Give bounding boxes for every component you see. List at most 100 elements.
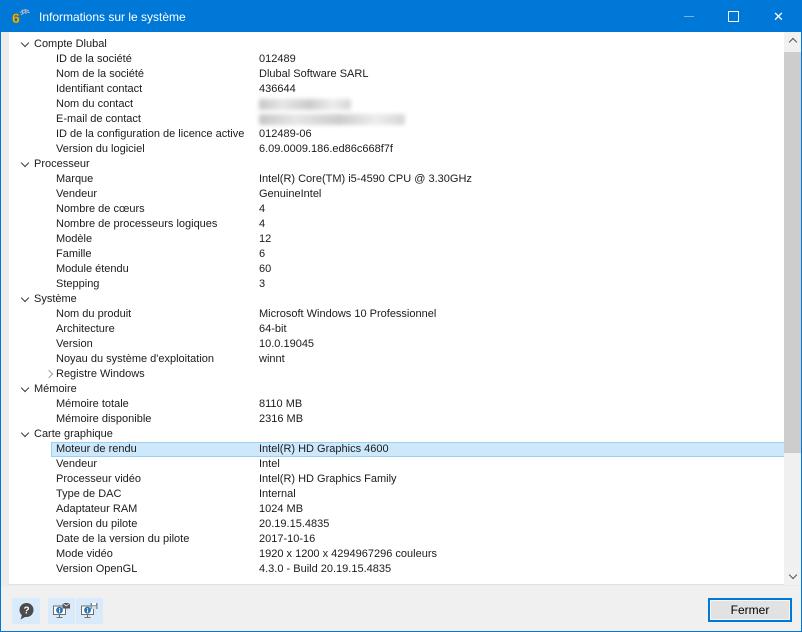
tree-item-row[interactable]: Version du logiciel 6.09.0009.186.ed86c66…	[9, 142, 801, 157]
item-value: 3	[259, 278, 266, 290]
tree-item-row[interactable]: Module étendu 60	[9, 262, 801, 277]
item-label: Architecture	[56, 323, 115, 335]
item-label: Nombre de cœurs	[56, 203, 145, 215]
tree-item-row[interactable]: Vendeur Intel	[9, 457, 801, 472]
item-value: 2316 MB	[259, 413, 304, 425]
item-label: ID de la configuration de licence active	[56, 128, 245, 140]
maximize-button[interactable]	[711, 1, 756, 32]
tree-item-row[interactable]: Registre Windows	[9, 367, 801, 382]
chevron-down-icon[interactable]	[20, 158, 30, 168]
tree-item-row[interactable]: Nombre de cœurs 4	[9, 202, 801, 217]
item-value: 4	[259, 203, 266, 215]
maximize-icon	[728, 11, 739, 22]
tree-item-row[interactable]: Vendeur GenuineIntel	[9, 187, 801, 202]
item-label: Version du logiciel	[56, 143, 145, 155]
item-label: ID de la société	[56, 53, 132, 65]
tree-item-row[interactable]: E-mail de contact	[9, 112, 801, 127]
tree-item-row[interactable]: Nombre de processeurs logiques 4	[9, 217, 801, 232]
tree-item-row[interactable]: Modèle 12	[9, 232, 801, 247]
tree-category-row[interactable]: Système	[9, 292, 801, 307]
tree-item-row[interactable]: Mémoire totale 8110 MB	[9, 397, 801, 412]
item-label: Mémoire totale	[56, 398, 129, 410]
close-button[interactable]: ✕	[756, 1, 801, 32]
item-label: Nom de la société	[56, 68, 145, 80]
item-label: Famille	[56, 248, 92, 260]
item-label: Nombre de processeurs logiques	[56, 218, 218, 230]
item-value: Internal	[259, 488, 296, 500]
tree-item-row[interactable]: Nom de la société Dlubal Software SARL	[9, 67, 801, 82]
svg-text:6: 6	[12, 10, 20, 26]
item-value: Microsoft Windows 10 Professionnel	[259, 308, 437, 320]
close-dialog-button[interactable]: Fermer	[708, 598, 792, 622]
svg-text:?: ?	[23, 605, 29, 616]
tree-category-row[interactable]: Carte graphique	[9, 427, 801, 442]
titlebar[interactable]: 6 Informations sur le système ✕	[1, 1, 801, 32]
tree-item-row[interactable]: Processeur vidéo Intel(R) HD Graphics Fam…	[9, 472, 801, 487]
item-value: 436644	[259, 83, 296, 95]
item-value: 1920 x 1200 x 4294967296 couleurs	[259, 548, 437, 560]
tree-item-row[interactable]: Date de la version du pilote 2017-10-16	[9, 532, 801, 547]
close-icon: ✕	[773, 9, 784, 24]
save-system-info-button[interactable]	[76, 598, 103, 624]
rfem6-logo-icon: 6	[10, 7, 30, 27]
help-button[interactable]: ?	[12, 598, 40, 624]
item-label: Registre Windows	[56, 368, 145, 380]
tree-category-row[interactable]: Compte Dlubal	[9, 37, 801, 52]
tree-item-row[interactable]: ID de la société 012489	[9, 52, 801, 67]
minimize-button[interactable]	[666, 1, 711, 32]
redacted-value	[259, 99, 351, 110]
item-value: Intel(R) Core(TM) i5-4590 CPU @ 3.30GHz	[259, 173, 472, 185]
tree-item-row[interactable]: Noyau du système d'exploitation winnt	[9, 352, 801, 367]
tree-item-row[interactable]: Type de DAC Internal	[9, 487, 801, 502]
item-label: Version	[56, 338, 93, 350]
item-label: Version du pilote	[56, 518, 138, 530]
chevron-down-icon	[788, 570, 797, 580]
tree-item-row[interactable]: Nom du contact	[9, 97, 801, 112]
system-info-tree[interactable]: Compte Dlubal ID de la société 012489 Nom d…	[9, 32, 801, 585]
help-balloon-icon: ?	[19, 602, 33, 619]
chevron-right-icon[interactable]	[44, 369, 54, 379]
item-label: Type de DAC	[56, 488, 122, 500]
tree-item-row[interactable]: Nom du produit Microsoft Windows 10 Profe…	[9, 307, 801, 322]
scrollbar-thumb[interactable]	[784, 52, 801, 453]
scroll-down-button[interactable]	[784, 568, 801, 585]
item-value: 10.0.19045	[259, 338, 315, 350]
item-value: 1024 MB	[259, 503, 304, 515]
item-value: 6.09.0009.186.ed86c668f7f	[259, 143, 393, 155]
item-value: Intel	[259, 458, 280, 470]
tree-item-row[interactable]: Marque Intel(R) Core(TM) i5-4590 CPU @ 3.…	[9, 172, 801, 187]
item-label: Modèle	[56, 233, 93, 245]
selection-highlight	[51, 442, 794, 457]
tree-item-row[interactable]: Version OpenGL 4.3.0 - Build 20.19.15.483…	[9, 562, 801, 577]
item-label: Mémoire disponible	[56, 413, 152, 425]
tree-item-row[interactable]: Mémoire disponible 2316 MB	[9, 412, 801, 427]
item-value: 4.3.0 - Build 20.19.15.4835	[259, 563, 392, 575]
item-label: Noyau du système d'exploitation	[56, 353, 215, 365]
vertical-scrollbar[interactable]	[784, 32, 801, 585]
tree-item-row[interactable]: Identifiant contact 436644	[9, 82, 801, 97]
chevron-down-icon[interactable]	[20, 428, 30, 438]
send-system-info-button[interactable]	[48, 598, 75, 624]
tree-item-row[interactable]: Mode vidéo 1920 x 1200 x 4294967296 coule…	[9, 547, 801, 562]
item-label: Nom du produit	[56, 308, 132, 320]
tree-category-row[interactable]: Processeur	[9, 157, 801, 172]
category-label: Mémoire	[34, 383, 77, 395]
item-value: 6	[259, 248, 266, 260]
chevron-down-icon[interactable]	[20, 38, 30, 48]
item-value: 4	[259, 218, 266, 230]
tree-item-row[interactable]: Version du pilote 20.19.15.4835	[9, 517, 801, 532]
tree-item-row[interactable]: Adaptateur RAM 1024 MB	[9, 502, 801, 517]
category-label: Processeur	[34, 158, 90, 170]
item-label: Adaptateur RAM	[56, 503, 138, 515]
tree-item-row[interactable]: Stepping 3	[9, 277, 801, 292]
tree-item-row[interactable]: ID de la configuration de licence active…	[9, 127, 801, 142]
tree-item-row[interactable]: Moteur de rendu Intel(R) HD Graphics 4600	[9, 442, 801, 457]
scroll-up-button[interactable]	[784, 32, 801, 49]
chevron-down-icon[interactable]	[20, 293, 30, 303]
tree-item-row[interactable]: Version 10.0.19045	[9, 337, 801, 352]
tree-category-row[interactable]: Mémoire	[9, 382, 801, 397]
tree-item-row[interactable]: Architecture 64-bit	[9, 322, 801, 337]
tree-item-row[interactable]: Famille 6	[9, 247, 801, 262]
item-label: Date de la version du pilote	[56, 533, 190, 545]
chevron-down-icon[interactable]	[20, 383, 30, 393]
